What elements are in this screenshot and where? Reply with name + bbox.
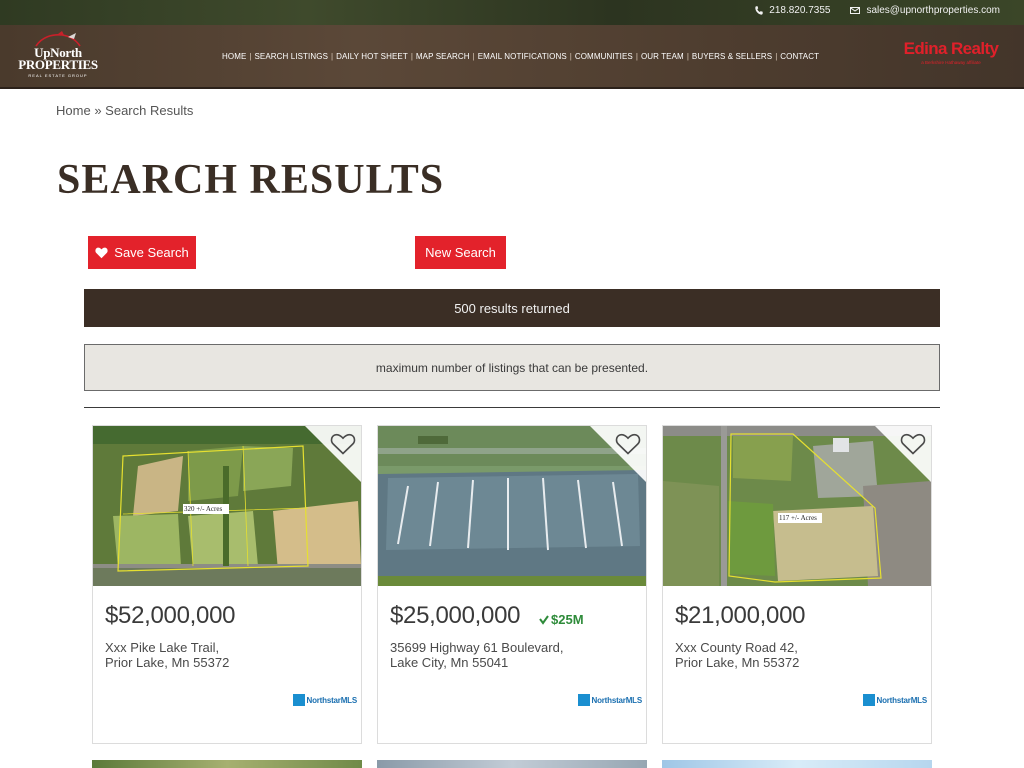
divider	[84, 407, 940, 408]
notice-text: maximum number of listings that can be p…	[375, 360, 649, 375]
listing-photo[interactable]	[378, 426, 646, 586]
nav-communities[interactable]: COMMUNITIES	[575, 52, 633, 61]
heart-outline-icon	[900, 433, 926, 455]
site-header: UpNorth PROPERTIES REAL ESTATE GROUP HOM…	[0, 25, 1024, 89]
breadcrumb-current: Search Results	[105, 103, 194, 118]
nav-our-team[interactable]: OUR TEAM	[641, 52, 684, 61]
nav-map-search[interactable]: MAP SEARCH	[416, 52, 470, 61]
listing-address-line-1: 35699 Highway 61 Boulevard,	[390, 640, 564, 655]
nav-home[interactable]: HOME	[222, 52, 246, 61]
nav-contact[interactable]: CONTACT	[780, 52, 819, 61]
photo-acreage-label: 117 +/- Acres	[779, 514, 817, 522]
page-title: SEARCH RESULTS	[57, 157, 445, 203]
logo-line-2: PROPERTIES	[18, 57, 98, 72]
phone-link[interactable]: 218.820.7355	[755, 5, 830, 16]
email-link[interactable]: sales@upnorthproperties.com	[850, 5, 1000, 16]
results-count-bar: 500 results returned	[84, 289, 940, 327]
max-listings-notice: maximum number of listings that can be p…	[84, 344, 940, 391]
listing-card[interactable]: 320 +/- Acres $52,000,000 Xxx Pike Lake …	[92, 425, 362, 744]
new-search-button[interactable]: New Search	[415, 236, 506, 269]
save-search-button[interactable]: Save Search	[88, 236, 196, 269]
listing-card[interactable]: $25,000,000 $25M 35699 Highway 61 Boulev…	[377, 425, 647, 744]
heart-outline-icon	[330, 433, 356, 455]
listing-photo[interactable]: 320 +/- Acres	[93, 426, 361, 586]
nav-daily-hot-sheet[interactable]: DAILY HOT SHEET	[336, 52, 408, 61]
breadcrumb-home[interactable]: Home	[56, 103, 91, 118]
brand-name: Edina Realty	[903, 39, 999, 58]
listing-photo[interactable]: 117 +/- Acres	[663, 426, 931, 586]
listing-address-line-2: Prior Lake, Mn 55372	[105, 655, 230, 670]
mls-name: NorthstarMLS	[876, 695, 928, 705]
listing-address-line-1: Xxx Pike Lake Trail,	[105, 640, 220, 655]
mls-name: NorthstarMLS	[306, 695, 358, 705]
edina-realty-logo[interactable]: Edina Realty a Berkshire Hathaway affili…	[898, 39, 1004, 65]
breadcrumb-separator: »	[94, 103, 102, 118]
mls-logo-icon	[862, 694, 875, 706]
listing-address-line-2: Lake City, Mn 55041	[390, 655, 509, 670]
save-search-label: Save Search	[114, 245, 189, 260]
photo-acreage-label: 320 +/- Acres	[184, 505, 223, 513]
heart-outline-icon	[615, 433, 641, 455]
top-contact-bar: 218.820.7355 sales@upnorthproperties.com	[0, 0, 1024, 25]
listing-card-partial[interactable]	[662, 760, 932, 768]
listing-card-partial[interactable]	[92, 760, 362, 768]
listing-price: $21,000,000	[675, 602, 806, 629]
listing-address-line-2: Prior Lake, Mn 55372	[675, 655, 800, 670]
heart-icon	[95, 247, 108, 258]
listing-card[interactable]: 117 +/- Acres $21,000,000 Xxx County Roa…	[662, 425, 932, 744]
contact-info: 218.820.7355 sales@upnorthproperties.com	[755, 5, 1000, 16]
price-drop-amount: $25M	[551, 612, 584, 627]
logo-line-3: REAL ESTATE GROUP	[28, 73, 88, 78]
brand-tagline: a Berkshire Hathaway affiliate	[921, 60, 981, 65]
nav-search-listings[interactable]: SEARCH LISTINGS	[254, 52, 328, 61]
main-nav: HOME | SEARCH LISTINGS | DAILY HOT SHEET | …	[222, 52, 820, 61]
breadcrumb: Home » Search Results	[56, 103, 193, 118]
mls-logo-icon	[577, 694, 590, 706]
nav-email-notifications[interactable]: EMAIL NOTIFICATIONS	[478, 52, 567, 61]
listing-address-line-1: Xxx County Road 42,	[675, 640, 798, 655]
listing-price: $25,000,000	[390, 602, 521, 629]
favorite-button[interactable]	[330, 432, 356, 456]
price-drop-badge: $25M	[539, 612, 584, 627]
email-address: sales@upnorthproperties.com	[866, 5, 1000, 16]
phone-icon	[755, 6, 763, 15]
listing-card-partial[interactable]	[377, 760, 647, 768]
favorite-button[interactable]	[900, 432, 926, 456]
logo-mark-icon	[18, 31, 98, 47]
nav-buyers-sellers[interactable]: BUYERS & SELLERS	[692, 52, 772, 61]
mls-logo-icon	[292, 694, 305, 706]
up-north-logo[interactable]: UpNorth PROPERTIES REAL ESTATE GROUP	[18, 31, 98, 85]
northstar-mls-logo: NorthstarMLS	[577, 694, 643, 706]
phone-number: 218.820.7355	[769, 5, 831, 16]
arrow-down-check-icon	[539, 614, 549, 625]
northstar-mls-logo: NorthstarMLS	[862, 694, 928, 706]
northstar-mls-logo: NorthstarMLS	[292, 694, 358, 706]
new-search-label: New Search	[425, 245, 496, 260]
mls-name: NorthstarMLS	[591, 695, 643, 705]
mail-icon	[850, 7, 861, 14]
listing-price: $52,000,000	[105, 602, 236, 629]
favorite-button[interactable]	[615, 432, 641, 456]
results-count: 500 results returned	[454, 300, 570, 316]
